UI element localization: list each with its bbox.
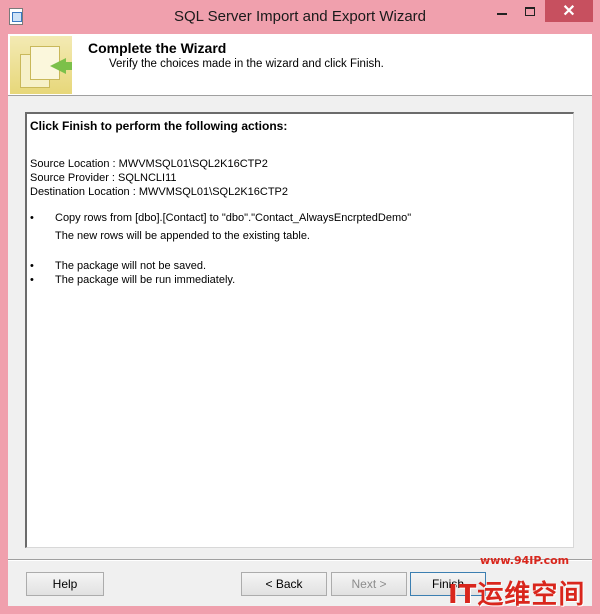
page-subtitle: Verify the choices made in the wizard an…	[109, 58, 384, 70]
action-item: Copy rows from [dbo].[Contact] to "dbo".…	[55, 212, 412, 224]
arrow-icon	[64, 62, 72, 70]
close-button[interactable]: ✕	[545, 0, 593, 22]
wizard-window: SQL Server Import and Export Wizard ✕ Co…	[0, 0, 600, 614]
wizard-graphic-icon	[10, 36, 72, 94]
title-bar[interactable]: SQL Server Import and Export Wizard ✕	[0, 0, 600, 34]
maximize-button[interactable]	[516, 0, 544, 22]
minimize-button[interactable]	[488, 0, 516, 22]
bullet-icon: •	[30, 212, 34, 224]
dialog-client-area: Complete the Wizard Verify the choices m…	[8, 34, 592, 606]
watermark-url: www.94IP.com	[480, 554, 570, 567]
destination-location: Destination Location : MWVMSQL01\SQL2K16…	[30, 186, 289, 198]
minimize-icon	[497, 13, 507, 15]
wizard-header: Complete the Wizard Verify the choices m…	[8, 34, 592, 96]
report-heading: Click Finish to perform the following ac…	[30, 119, 288, 133]
summary-report-box[interactable]: Click Finish to perform the following ac…	[25, 112, 574, 548]
back-button[interactable]: < Back	[241, 572, 327, 596]
source-provider: Source Provider : SQLNCLI11	[30, 172, 177, 184]
close-icon: ✕	[562, 3, 576, 20]
bullet-icon: •	[30, 274, 34, 286]
source-location: Source Location : MWVMSQL01\SQL2K16CTP2	[30, 158, 268, 170]
action-item: The package will be run immediately.	[55, 274, 236, 286]
bullet-icon: •	[30, 260, 34, 272]
maximize-icon	[525, 6, 535, 16]
next-button[interactable]: Next >	[331, 572, 407, 596]
help-button[interactable]: Help	[26, 572, 104, 596]
page-title: Complete the Wizard	[88, 40, 227, 56]
action-item: The package will not be saved.	[55, 260, 207, 272]
action-item-detail: The new rows will be appended to the exi…	[55, 230, 310, 242]
watermark-logo: IT运维空间	[448, 580, 586, 610]
